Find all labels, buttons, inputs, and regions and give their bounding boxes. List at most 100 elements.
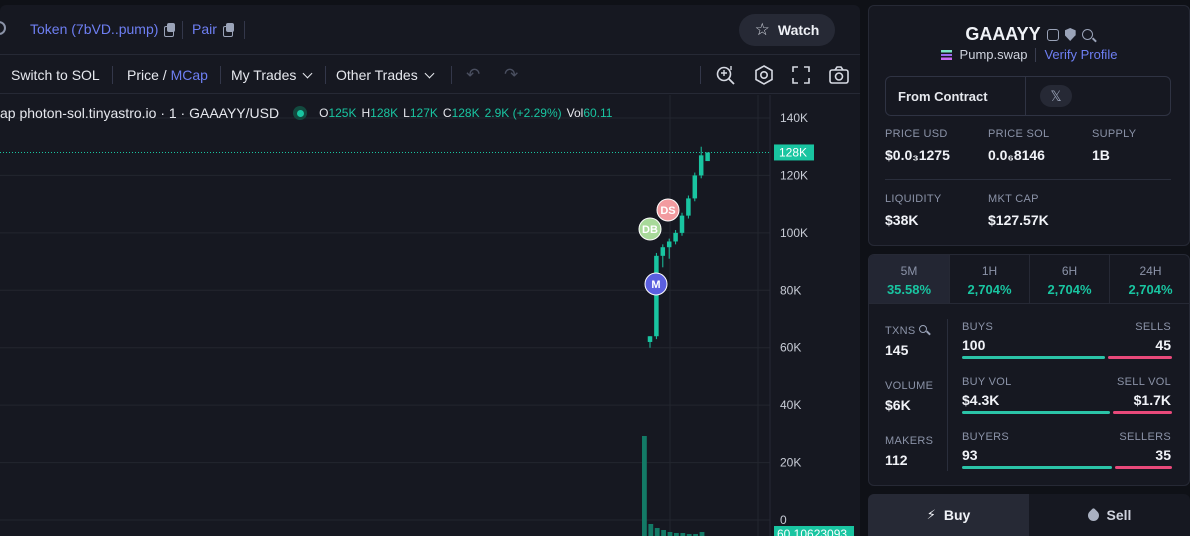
search-icon[interactable] (1081, 29, 1093, 40)
timeframe-tab-1h[interactable]: 1H 2,704% (949, 255, 1029, 303)
settings-icon[interactable] (753, 64, 775, 86)
divider (244, 21, 245, 39)
token-name: GAAAYY (965, 24, 1041, 44)
buy-tab[interactable]: ⚡ Buy (868, 494, 1029, 536)
watch-label: Watch (777, 22, 820, 38)
camera-icon[interactable] (828, 64, 850, 86)
volume-bar (699, 532, 705, 536)
divider (885, 179, 1171, 180)
sells-ratio-bar (1108, 356, 1172, 359)
copy-icon[interactable] (222, 23, 234, 37)
token-address-link[interactable]: Token (7bVD..pump) (30, 21, 176, 37)
sells-label: SELLS (1135, 321, 1171, 333)
buyers-label: BUYERS (962, 431, 1010, 443)
chart-panel: Token (7bVD..pump) Pair ☆ Watch Switch t… (0, 5, 860, 536)
divider (220, 66, 221, 84)
volume-label: VOLUME (885, 380, 934, 392)
candle-body (660, 247, 666, 256)
live-status-icon (293, 106, 308, 120)
chevron-down-icon (424, 68, 435, 79)
token-header-bar: Token (7bVD..pump) Pair ☆ Watch (0, 5, 860, 55)
buys-label: BUYS (962, 321, 994, 333)
last-price-tag: 128K (779, 145, 807, 159)
candle-body (686, 198, 691, 216)
txns-label: TXNS (885, 325, 916, 337)
zoom-indicator-icon[interactable] (715, 64, 737, 86)
buys-value: 100 (962, 337, 986, 353)
from-contract-button[interactable]: From Contract (898, 89, 988, 104)
volume-value: $6K (885, 397, 911, 413)
tag-icon (1085, 507, 1101, 523)
undo-icon[interactable]: ↶ (466, 65, 480, 85)
divider (1035, 47, 1037, 62)
solana-icon (940, 49, 952, 60)
candle-body (679, 215, 685, 233)
market-cap-stat: MKT CAP $127.57K (988, 193, 1049, 228)
price-sol-stat: PRICE SOL 0.0₆8146 (988, 128, 1050, 163)
my-trades-label: My Trades (231, 67, 297, 83)
volume-readout: Vol60.11 (566, 106, 613, 120)
chart-legend: ap photon-sol.tinyastro.io · 1 · GAAAYY/… (0, 105, 617, 121)
divider (182, 21, 183, 39)
y-axis-tick-label: 40K (780, 398, 801, 412)
candle-body (705, 152, 710, 162)
timeframe-tab-5m[interactable]: 5M 35.58% (869, 255, 949, 303)
sell-tab[interactable]: Sell (1029, 494, 1190, 536)
y-axis-tick-label: 120K (780, 168, 808, 182)
buy-vol-label: BUY VOL (962, 376, 1012, 388)
trade-tabs: ⚡ Buy Sell (868, 494, 1190, 536)
makers-value: 112 (885, 452, 908, 468)
chart-canvas[interactable]: 140K 120K 100K 80K 60K 40K 20K 0 128K 60.10623093… (0, 95, 860, 536)
divider (112, 66, 113, 84)
y-axis-tick-label: 140K (780, 111, 808, 125)
pair-label: Pair (192, 21, 217, 37)
sell-vol-label: SELL VOL (1117, 376, 1171, 388)
chevron-down-icon (302, 68, 313, 79)
chart-title: ap photon-sol.tinyastro.io · 1 · GAAAYY/… (0, 105, 280, 121)
price-chart[interactable]: 140K 120K 100K 80K 60K 40K 20K 0 128K 60.10623093… (0, 95, 860, 536)
dev-buy-marker-label: DB (642, 224, 658, 236)
price-usd-stat: PRICE USD $0.0₃1275 (885, 128, 950, 163)
volume-bar (648, 524, 654, 536)
token-platform-row: Pump.swap Verify Profile (869, 47, 1189, 62)
timeframe-tab-24h[interactable]: 24H 2,704% (1109, 255, 1189, 303)
app-root: Token (7bVD..pump) Pair ☆ Watch Switch t… (0, 0, 1190, 536)
my-trades-dropdown[interactable]: My Trades (231, 67, 313, 83)
copy-icon[interactable] (1046, 28, 1059, 41)
buyers-ratio-bar (962, 466, 1112, 469)
sell-vol-value: $1.7K (1133, 392, 1171, 408)
candle-body (666, 241, 672, 248)
contract-row: From Contract 𝕏 (885, 76, 1171, 116)
volume-bar (667, 532, 673, 536)
divider (947, 319, 948, 471)
token-info-card: GAAAYY Pump.swap Verify Profile From Con… (868, 5, 1190, 246)
shield-icon[interactable] (1064, 28, 1076, 41)
timeframe-tab-6h[interactable]: 6H 2,704% (1029, 255, 1109, 303)
switch-to-sol-button[interactable]: Switch to SOL (11, 67, 100, 83)
divider (1025, 77, 1026, 115)
watch-button[interactable]: ☆ Watch (739, 14, 835, 46)
app-logo-icon (0, 21, 6, 35)
other-trades-dropdown[interactable]: Other Trades (336, 67, 435, 83)
buy-tab-label: Buy (943, 507, 971, 523)
verify-profile-link[interactable]: Verify Profile (1044, 47, 1117, 62)
lightning-icon: ⚡ (926, 507, 936, 522)
copy-icon[interactable] (164, 23, 176, 37)
buys-ratio-bar (962, 356, 1105, 359)
divider (869, 303, 1189, 304)
price-mcap-toggle[interactable]: Price / MCap (127, 67, 208, 83)
buy-vol-value: $4.3K (962, 392, 1000, 408)
x-twitter-icon[interactable]: 𝕏 (1040, 85, 1072, 107)
info-icon[interactable] (919, 325, 927, 333)
fullscreen-icon[interactable] (790, 64, 812, 86)
pair-link[interactable]: Pair (192, 21, 234, 37)
candle-body (692, 175, 698, 199)
price-option[interactable]: Price (127, 67, 159, 83)
sellers-value: 35 (1155, 447, 1171, 463)
other-trades-label: Other Trades (336, 67, 418, 83)
ohlc-close: C128K (442, 106, 480, 120)
y-axis-tick-label: 80K (780, 283, 801, 297)
redo-icon[interactable]: ↷ (504, 65, 518, 85)
mcap-option[interactable]: MCap (171, 67, 208, 83)
txns-value: 145 (885, 342, 909, 358)
